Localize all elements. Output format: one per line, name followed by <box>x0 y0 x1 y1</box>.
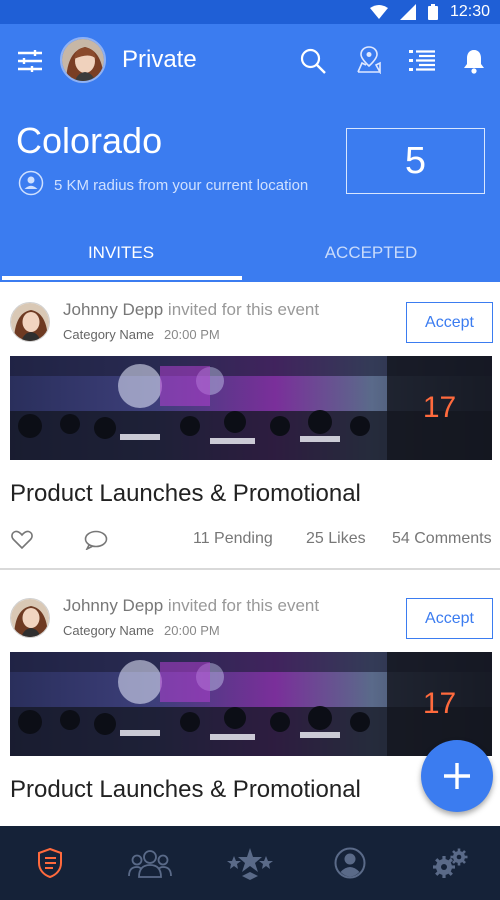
invites-feed[interactable]: Johnny Depp invited for this event Categ… <box>0 282 500 826</box>
nav-groups[interactable] <box>100 826 200 900</box>
bottom-navigation <box>0 826 500 900</box>
filter-sliders-icon[interactable] <box>14 46 46 76</box>
event-count-box: 5 <box>346 128 485 194</box>
event-card: Johnny Depp invited for this event Categ… <box>0 282 500 570</box>
accept-button[interactable]: Accept <box>406 302 493 343</box>
inviter-avatar[interactable] <box>10 302 50 342</box>
search-icon[interactable] <box>298 46 328 76</box>
signal-icon <box>399 4 416 20</box>
nav-events[interactable] <box>0 826 100 900</box>
radius-info: 5 KM radius from your current location <box>18 170 308 200</box>
event-image[interactable]: 17 <box>10 356 492 460</box>
wifi-icon <box>369 5 388 19</box>
status-bar: 12:30 <box>0 0 500 24</box>
settings-icon <box>433 848 468 878</box>
card-actions: 11 Pending 25 Likes 54 Comments <box>0 528 500 554</box>
event-category: Category Name <box>63 327 155 342</box>
privacy-label[interactable]: Private <box>122 46 197 74</box>
groups-icon <box>128 850 172 878</box>
top-app-bar: Private <box>0 24 500 98</box>
event-title[interactable]: Product Launches & Promotional <box>10 480 361 508</box>
location-person-icon <box>18 170 44 200</box>
event-date-badge: 17 <box>387 356 492 460</box>
plus-icon <box>444 763 470 789</box>
user-avatar[interactable] <box>60 37 106 83</box>
bell-icon[interactable] <box>460 46 488 76</box>
event-date-badge: 17 <box>387 652 492 756</box>
nav-settings[interactable] <box>400 826 500 900</box>
header: Private Colorado 5 KM radius from your c… <box>0 24 500 282</box>
battery-icon <box>427 4 438 20</box>
list-icon[interactable] <box>407 46 437 76</box>
invite-text: invited for this event <box>167 300 320 319</box>
invite-line: Johnny Depp invited for this event <box>63 596 319 616</box>
event-meta: Category Name 20:00 PM <box>63 623 220 638</box>
event-category: Category Name <box>63 623 155 638</box>
inviter-name[interactable]: Johnny Depp <box>63 300 163 319</box>
likes-count[interactable]: 25 Likes <box>306 530 366 548</box>
heart-icon[interactable] <box>10 528 34 552</box>
event-image[interactable]: 17 <box>10 652 492 756</box>
comment-icon[interactable] <box>83 528 109 552</box>
tab-accepted[interactable]: ACCEPTED <box>242 228 500 278</box>
event-time: 20:00 PM <box>164 327 220 342</box>
profile-icon <box>334 847 366 879</box>
nav-profile[interactable] <box>300 826 400 900</box>
comments-count[interactable]: 54 Comments <box>392 530 492 548</box>
nav-featured[interactable] <box>200 826 300 900</box>
events-list-icon <box>38 848 62 878</box>
tab-bar: INVITES ACCEPTED <box>0 228 500 282</box>
stars-icon <box>227 848 273 880</box>
map-pin-icon[interactable] <box>354 44 384 76</box>
accept-button[interactable]: Accept <box>406 598 493 639</box>
add-event-button[interactable] <box>421 740 493 812</box>
status-time: 12:30 <box>449 3 490 20</box>
active-tab-indicator <box>2 276 242 280</box>
inviter-name[interactable]: Johnny Depp <box>63 596 163 615</box>
radius-text: 5 KM radius from your current location <box>54 176 309 194</box>
pending-count[interactable]: 11 Pending <box>193 530 273 548</box>
inviter-avatar[interactable] <box>10 598 50 638</box>
invite-line: Johnny Depp invited for this event <box>63 300 319 320</box>
event-time: 20:00 PM <box>164 623 220 638</box>
tab-invites[interactable]: INVITES <box>0 228 242 278</box>
event-meta: Category Name 20:00 PM <box>63 327 220 342</box>
city-name: Colorado <box>16 120 163 161</box>
invite-text: invited for this event <box>167 596 320 615</box>
event-title[interactable]: Product Launches & Promotional <box>10 776 361 804</box>
